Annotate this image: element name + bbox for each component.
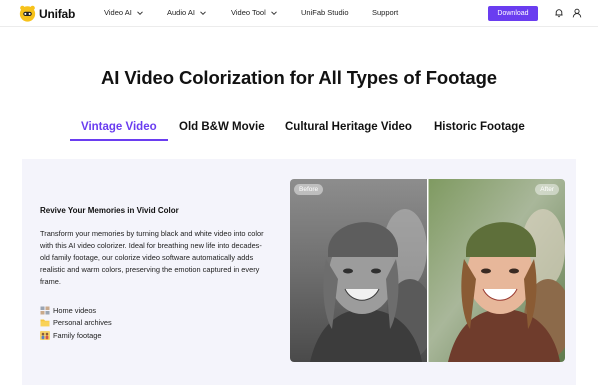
before-after-image xyxy=(290,179,565,362)
after-label: After xyxy=(535,184,559,195)
chevron-down-icon xyxy=(200,10,206,15)
tab-cultural-heritage-video[interactable]: Cultural Heritage Video xyxy=(285,121,412,133)
nav-unifab-studio[interactable]: UniFab Studio xyxy=(301,8,349,17)
nav-audio-ai-label: Audio AI xyxy=(167,8,195,17)
feature-label: Personal archives xyxy=(53,318,112,328)
nav-audio-ai[interactable]: Audio AI xyxy=(167,8,207,17)
nav-unifab-studio-label: UniFab Studio xyxy=(301,8,349,17)
footage-type-tabs: Vintage Video Old B&W Movie Cultural Her… xyxy=(0,121,598,143)
tab-vintage-video[interactable]: Vintage Video xyxy=(81,121,157,133)
logo-text: Unifab xyxy=(39,6,76,21)
nav-video-tool-label: Video Tool xyxy=(231,8,266,17)
download-button[interactable]: Download xyxy=(488,6,538,21)
list-item: Family footage xyxy=(40,329,112,342)
chevron-down-icon xyxy=(136,10,143,15)
film-frames-icon xyxy=(40,306,50,315)
compare-divider[interactable] xyxy=(427,179,429,362)
feature-card: Revive Your Memories in Vivid Color Tran… xyxy=(22,159,576,385)
bell-icon[interactable] xyxy=(554,8,564,18)
before-after-comparison[interactable]: Before After xyxy=(290,179,565,362)
before-label: Before xyxy=(294,184,324,195)
chevron-down-icon xyxy=(270,10,277,15)
card-heading: Revive Your Memories in Vivid Color xyxy=(40,206,179,215)
active-tab-underline xyxy=(70,139,168,141)
page-title: AI Video Colorization for All Types of F… xyxy=(101,67,497,88)
nav-support[interactable]: Support xyxy=(372,8,398,17)
tab-historic-footage[interactable]: Historic Footage xyxy=(434,121,525,133)
nav-video-ai-label: Video AI xyxy=(104,8,132,17)
user-icon[interactable] xyxy=(572,8,582,18)
after-colorized-photo xyxy=(428,179,565,362)
feature-label: Home videos xyxy=(53,305,97,315)
feature-label: Family footage xyxy=(53,330,102,340)
family-icon xyxy=(40,330,50,340)
tab-old-bw-movie[interactable]: Old B&W Movie xyxy=(179,121,265,133)
list-item: Personal archives xyxy=(40,317,112,330)
before-grayscale-photo xyxy=(290,179,427,362)
list-item: Home videos xyxy=(40,304,112,317)
nav-video-ai[interactable]: Video AI xyxy=(104,8,144,17)
unifab-logo[interactable]: Unifab xyxy=(19,5,75,22)
top-navbar: Unifab Video AI Audio AI Video Tool UniF… xyxy=(0,0,598,27)
nav-video-tool[interactable]: Video Tool xyxy=(231,8,278,17)
folder-icon xyxy=(40,319,50,327)
feature-list: Home videos Personal archives Family foo… xyxy=(40,304,112,342)
nav-support-label: Support xyxy=(372,8,399,17)
card-description: Transform your memories by turning black… xyxy=(40,229,264,287)
unifab-logo-icon xyxy=(19,5,36,22)
